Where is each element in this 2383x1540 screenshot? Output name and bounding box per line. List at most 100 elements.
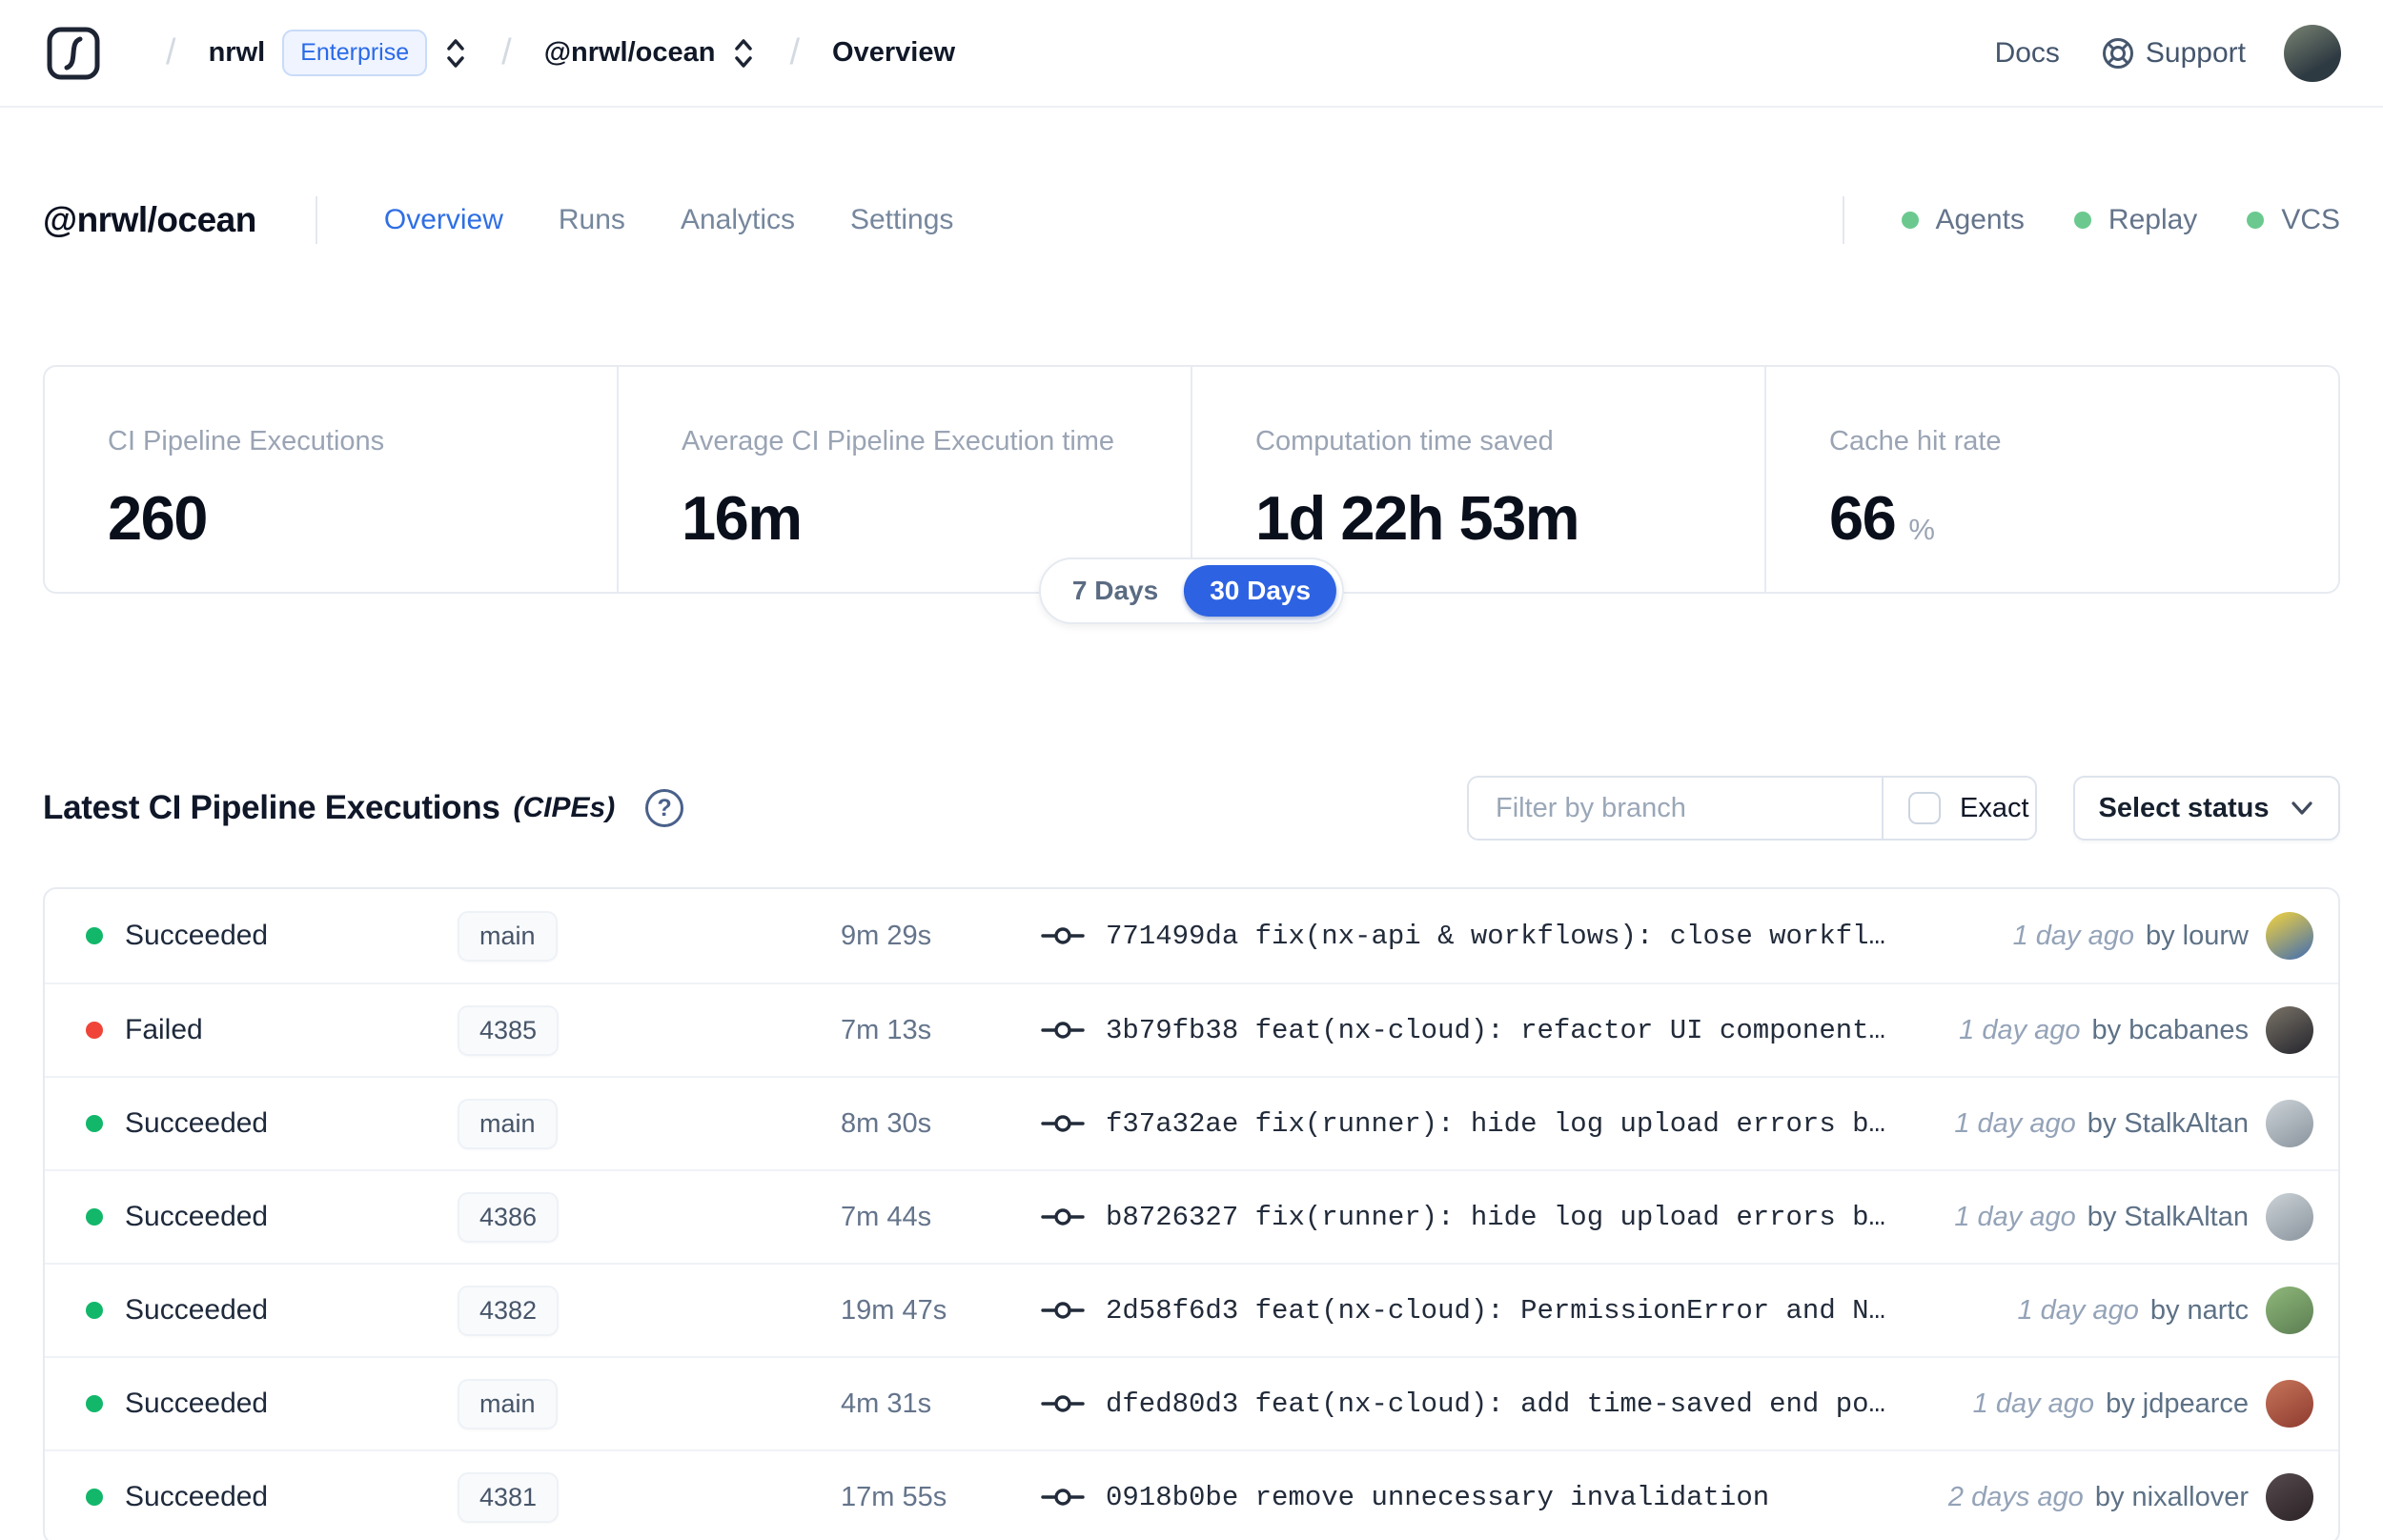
duration-label: 4m 31s xyxy=(841,1388,932,1419)
author-avatar[interactable] xyxy=(2266,1193,2313,1241)
stat-label: CI Pipeline Executions xyxy=(108,426,385,456)
duration-label: 7m 44s xyxy=(841,1201,932,1232)
date-range-option[interactable]: 30 Days xyxy=(1184,565,1337,617)
time-ago-label: 1 day ago xyxy=(1954,1201,2076,1232)
stat-value: 260 xyxy=(108,483,208,553)
feature-status: Replay xyxy=(2073,204,2197,236)
cipe-row[interactable]: Succeeded 4386 7m 44s b8726327 fix(runne… xyxy=(45,1169,2338,1263)
status-dot xyxy=(86,1208,103,1226)
support-link[interactable]: Support xyxy=(2146,37,2246,70)
docs-link[interactable]: Docs xyxy=(1995,37,2060,70)
commit-message[interactable]: 0918b0be remove unnecessary invalidation xyxy=(1106,1482,1769,1513)
commit-message[interactable]: f37a32ae fix(runner): hide log upload er… xyxy=(1106,1108,1885,1140)
duration-label: 7m 13s xyxy=(841,1014,932,1045)
commit-cell: b8726327 fix(runner): hide log upload er… xyxy=(1041,1202,1954,1233)
cipe-meta-cell: 1 day ago by bcabanes xyxy=(1959,1006,2313,1054)
breadcrumb-separator: / xyxy=(789,32,801,72)
feature-status: VCS xyxy=(2247,204,2340,236)
duration-label: 19m 47s xyxy=(841,1294,947,1326)
cipe-row[interactable]: Succeeded main 9m 29s 771499da fix(nx-ap… xyxy=(45,889,2338,983)
date-range-option[interactable]: 7 Days xyxy=(1047,565,1184,617)
breadcrumb-separator: / xyxy=(166,32,176,72)
breadcrumb-page: Overview xyxy=(832,37,956,68)
author-avatar[interactable] xyxy=(2266,1380,2313,1428)
status-label: Succeeded xyxy=(125,1107,269,1139)
divider xyxy=(315,196,317,244)
branch-chip[interactable]: 4381 xyxy=(458,1471,560,1523)
branch-chip[interactable]: 4382 xyxy=(458,1285,560,1336)
duration-label: 9m 29s xyxy=(841,920,932,951)
commit-message[interactable]: b8726327 fix(runner): hide log upload er… xyxy=(1106,1202,1885,1233)
status-dot xyxy=(86,1489,103,1506)
author-avatar[interactable] xyxy=(2266,912,2313,960)
exact-checkbox[interactable] xyxy=(1908,792,1941,824)
cipe-meta-cell: 1 day ago by StalkAltan xyxy=(1954,1193,2313,1241)
workspace-tab[interactable]: Overview xyxy=(384,204,503,236)
status-select-button[interactable]: Select status xyxy=(2073,776,2340,841)
status-dot xyxy=(86,1395,103,1412)
help-icon[interactable]: ? xyxy=(645,789,684,827)
cipe-row[interactable]: Failed 4385 7m 13s 3b79fb38 feat(nx-clou… xyxy=(45,983,2338,1076)
status-select-label: Select status xyxy=(2098,792,2270,823)
status-label: Failed xyxy=(125,1014,203,1045)
cipe-row[interactable]: Succeeded main 8m 30s f37a32ae fix(runne… xyxy=(45,1076,2338,1169)
branch-chip[interactable]: main xyxy=(458,910,558,962)
git-commit-icon xyxy=(1041,1016,1085,1044)
cipe-section-header: Latest CI Pipeline Executions (CIPEs) ? … xyxy=(43,775,2340,841)
status-label: Succeeded xyxy=(125,1388,269,1419)
author-avatar[interactable] xyxy=(2266,1006,2313,1054)
stat-label: Computation time saved xyxy=(1255,426,1554,456)
author-avatar[interactable] xyxy=(2266,1287,2313,1334)
cipe-status-cell: Succeeded xyxy=(86,1481,458,1513)
cipe-row[interactable]: Succeeded 4382 19m 47s 2d58f6d3 feat(nx-… xyxy=(45,1263,2338,1356)
author-avatar[interactable] xyxy=(2266,1100,2313,1147)
stat-label: Cache hit rate xyxy=(1829,426,2002,456)
cipe-meta-cell: 1 day ago by jdpearce xyxy=(1973,1380,2313,1428)
breadcrumb-org[interactable]: nrwl xyxy=(209,37,266,69)
nx-cloud-app: / nrwl Enterprise / @nrwl/ocean / Overvi… xyxy=(0,0,2383,1540)
branch-cell: 4386 xyxy=(458,1191,841,1243)
cipe-meta-cell: 1 day ago by lourw xyxy=(2013,912,2313,960)
time-ago-label: 2 days ago xyxy=(1947,1481,2084,1512)
breadcrumb-workspace[interactable]: @nrwl/ocean xyxy=(544,37,716,69)
branch-filter-group: Exact xyxy=(1467,776,2037,841)
branch-chip[interactable]: 4386 xyxy=(458,1191,560,1243)
branch-chip[interactable]: main xyxy=(458,1378,558,1429)
time-ago-label: 1 day ago xyxy=(1954,1107,2076,1139)
workspace-title: @nrwl/ocean xyxy=(43,200,256,239)
cipe-status-cell: Succeeded xyxy=(86,920,458,952)
cipe-row[interactable]: Succeeded 4381 17m 55s 0918b0be remove u… xyxy=(45,1449,2338,1540)
org-switcher-icon[interactable] xyxy=(442,36,469,71)
breadcrumb-separator: / xyxy=(501,32,512,72)
workspace-switcher-icon[interactable] xyxy=(730,36,757,71)
branch-cell: 4385 xyxy=(458,1004,841,1056)
time-ago-label: 1 day ago xyxy=(1959,1014,2081,1045)
commit-cell: 2d58f6d3 feat(nx-cloud): PermissionError… xyxy=(1041,1295,2017,1327)
exact-label: Exact xyxy=(1960,792,2029,823)
workspace-tab[interactable]: Analytics xyxy=(681,204,795,236)
branch-chip[interactable]: 4385 xyxy=(458,1004,560,1056)
workspace-tab[interactable]: Settings xyxy=(850,204,953,236)
commit-message[interactable]: dfed80d3 feat(nx-cloud): add time-saved … xyxy=(1106,1388,1885,1420)
branch-cell: main xyxy=(458,1378,841,1429)
time-ago-label: 1 day ago xyxy=(2017,1294,2139,1326)
workspace-tab[interactable]: Runs xyxy=(559,204,625,236)
status-dot xyxy=(86,1115,103,1132)
branch-chip[interactable]: main xyxy=(458,1098,558,1149)
cipe-row[interactable]: Succeeded main 4m 31s dfed80d3 feat(nx-c… xyxy=(45,1356,2338,1449)
status-dot xyxy=(1901,212,1919,229)
author-label: by StalkAltan xyxy=(2087,1201,2249,1232)
commit-message[interactable]: 2d58f6d3 feat(nx-cloud): PermissionError… xyxy=(1106,1295,1885,1327)
user-avatar[interactable] xyxy=(2284,24,2341,82)
stat-value: 1d 22h 53m xyxy=(1255,483,1580,553)
git-commit-icon xyxy=(1041,1296,1085,1325)
author-label: by jdpearce xyxy=(2106,1388,2249,1419)
cipe-status-cell: Succeeded xyxy=(86,1107,458,1140)
commit-message[interactable]: 771499da fix(nx-api & workflows): close … xyxy=(1106,921,1885,952)
divider xyxy=(1842,196,1844,244)
commit-message[interactable]: 3b79fb38 feat(nx-cloud): refactor UI com… xyxy=(1106,1015,1885,1046)
stat-label: Average CI Pipeline Execution time xyxy=(682,426,1115,456)
branch-filter-input[interactable] xyxy=(1469,778,1882,839)
nx-cloud-logo[interactable] xyxy=(46,26,101,81)
author-avatar[interactable] xyxy=(2266,1473,2313,1521)
